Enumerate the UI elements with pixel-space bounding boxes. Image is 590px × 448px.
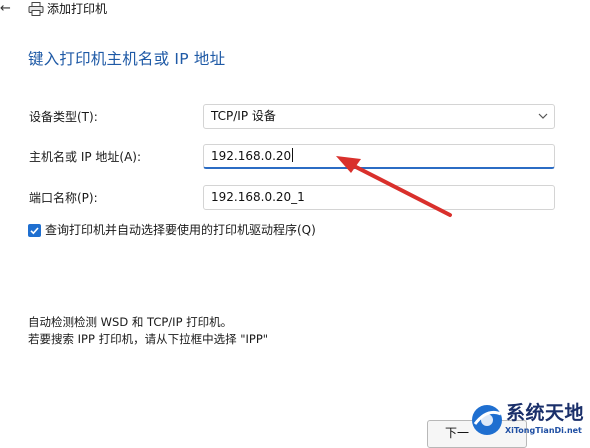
- device-type-dropdown[interactable]: TCP/IP 设备: [203, 104, 555, 129]
- device-type-label: 设备类型(T):: [29, 110, 98, 124]
- query-printer-label[interactable]: 查询打印机并自动选择要使用的打印机驱动程序(Q): [45, 222, 316, 238]
- window-title: 添加打印机: [47, 2, 108, 16]
- text-caret: [292, 148, 294, 162]
- port-name-input[interactable]: 192.168.0.20_1: [203, 185, 555, 210]
- watermark-url: XiTongTianDi.net: [505, 426, 582, 435]
- device-type-value: TCP/IP 设备: [211, 109, 276, 123]
- hostname-input[interactable]: 192.168.0.20: [203, 144, 555, 169]
- ipp-note: 若要搜索 IPP 打印机，请从下拉框中选择 "IPP": [28, 332, 269, 346]
- back-button[interactable]: ←: [0, 1, 14, 17]
- detect-note: 自动检测检测 WSD 和 TCP/IP 打印机。: [28, 315, 233, 329]
- checkmark-icon: [30, 227, 39, 235]
- hostname-label: 主机名或 IP 地址(A):: [29, 150, 142, 164]
- watermark-name: 系统天地: [506, 402, 585, 424]
- title-bar: ← 添加打印机: [0, 0, 590, 20]
- chevron-down-icon: [538, 113, 548, 119]
- printer-icon: [28, 2, 44, 16]
- hostname-value: 192.168.0.20: [211, 149, 292, 163]
- query-printer-checkbox[interactable]: [28, 224, 41, 237]
- port-name-label: 端口名称(P):: [29, 191, 98, 205]
- page-heading: 键入打印机主机名或 IP 地址: [28, 50, 226, 68]
- port-name-value: 192.168.0.20_1: [211, 190, 305, 204]
